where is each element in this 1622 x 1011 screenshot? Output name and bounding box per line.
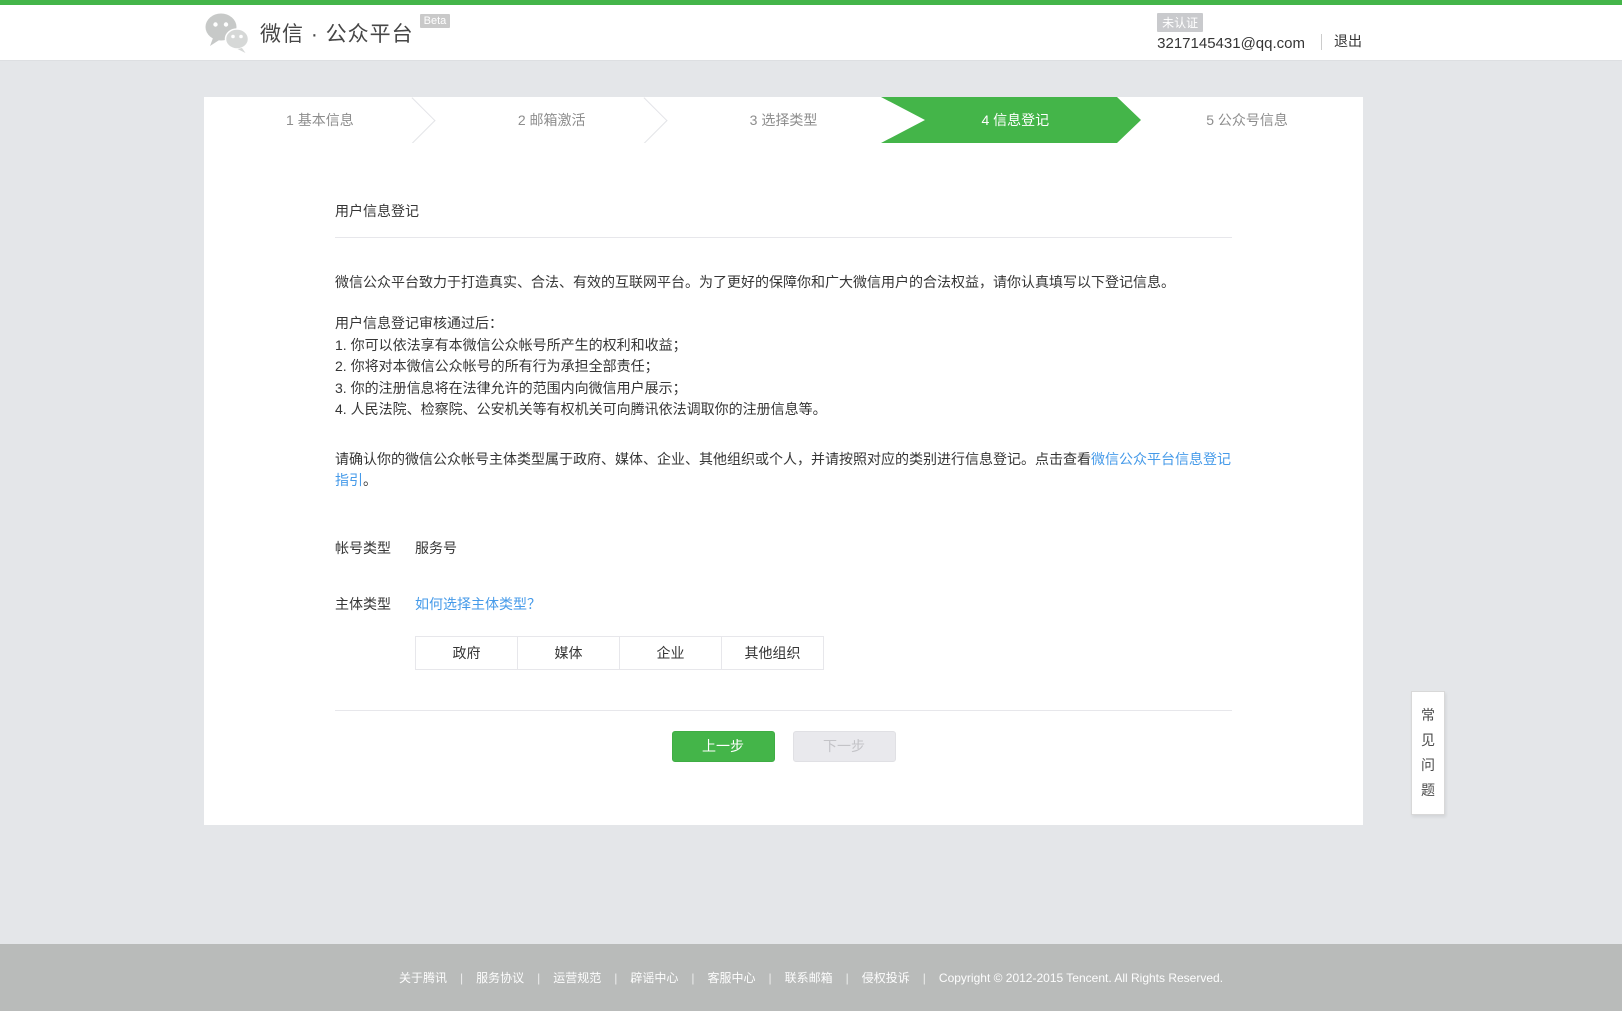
- brand: 微信 · 公众平台 Beta: [204, 12, 450, 54]
- faq-tab[interactable]: 常见问题: [1411, 691, 1445, 815]
- button-row: 上一步 下一步: [335, 731, 1232, 762]
- prev-step-button[interactable]: 上一步: [672, 731, 775, 762]
- footer-separator: |: [537, 971, 540, 985]
- section-title: 用户信息登记: [335, 201, 1232, 238]
- footer-link-rumor-center[interactable]: 辟谣中心: [630, 969, 678, 986]
- footer-separator: |: [614, 971, 617, 985]
- step-choose-type: 3 选择类型: [668, 97, 900, 143]
- list-item: 1. 你可以依法享有本微信公众帐号所产生的权利和收益；: [335, 335, 1232, 357]
- subject-option-enterprise[interactable]: 企业: [619, 636, 722, 670]
- footer-separator: |: [769, 971, 772, 985]
- account-area: 未认证 3217145431@qq.com 退出: [1157, 13, 1362, 52]
- footer-link-contact-email[interactable]: 联系邮箱: [785, 969, 833, 986]
- footer-copyright: Copyright © 2012-2015 Tencent. All Right…: [939, 971, 1223, 985]
- footer-link-infringement-complaint[interactable]: 侵权投诉: [862, 969, 910, 986]
- account-type-row: 帐号类型 服务号: [335, 538, 1232, 558]
- footer-link-about-tencent[interactable]: 关于腾讯: [399, 969, 447, 986]
- header: 微信 · 公众平台 Beta 未认证 3217145431@qq.com 退出: [0, 5, 1622, 61]
- main-area: 1 基本信息 2 邮箱激活 3 选择类型 4 信息登记 5 公众号信息 用户信息…: [0, 61, 1622, 944]
- confirm-paragraph: 请确认你的微信公众帐号主体类型属于政府、媒体、企业、其他组织或个人，并请按照对应…: [335, 449, 1232, 492]
- list-header: 用户信息登记审核通过后：: [335, 313, 1232, 335]
- footer-separator: |: [846, 971, 849, 985]
- confirm-suffix: 。: [363, 472, 377, 488]
- subject-type-help-link[interactable]: 如何选择主体类型？: [415, 594, 541, 614]
- next-step-button[interactable]: 下一步: [793, 731, 896, 762]
- account-type-label: 帐号类型: [335, 538, 415, 558]
- footer-separator: |: [691, 971, 694, 985]
- beta-badge: Beta: [420, 14, 451, 28]
- confirm-text: 请确认你的微信公众帐号主体类型属于政府、媒体、企业、其他组织或个人，并请按照对应…: [335, 451, 1091, 467]
- step-info-registration: 4 信息登记: [899, 97, 1131, 143]
- email-block: 未认证 3217145431@qq.com: [1157, 13, 1305, 52]
- account-type-value: 服务号: [415, 538, 457, 558]
- list-item: 2. 你将对本微信公众帐号的所有行为承担全部责任；: [335, 356, 1232, 378]
- step-email-activation: 2 邮箱激活: [436, 97, 668, 143]
- subject-option-government[interactable]: 政府: [415, 636, 518, 670]
- footer-link-customer-service[interactable]: 客服中心: [708, 969, 756, 986]
- list-item: 3. 你的注册信息将在法律允许的范围内向微信用户展示；: [335, 378, 1232, 400]
- status-badge: 未认证: [1157, 13, 1203, 32]
- subject-option-media[interactable]: 媒体: [517, 636, 620, 670]
- subject-options: 政府 媒体 企业 其他组织: [415, 636, 1232, 670]
- subject-type-row: 主体类型 如何选择主体类型？: [335, 594, 1232, 614]
- list-item: 4. 人民法院、检察院、公安机关等有权机关可向腾讯依法调取你的注册信息等。: [335, 399, 1232, 421]
- footer-separator: |: [460, 971, 463, 985]
- logout-link[interactable]: 退出: [1334, 31, 1362, 51]
- step-basic-info: 1 基本信息: [204, 97, 436, 143]
- footer-link-service-agreement[interactable]: 服务协议: [476, 969, 524, 986]
- header-divider: [1321, 34, 1322, 50]
- footer: 关于腾讯 | 服务协议 | 运营规范 | 辟谣中心 | 客服中心 | 联系邮箱 …: [0, 944, 1622, 1011]
- brand-title: 微信 · 公众平台: [260, 18, 414, 48]
- registration-card: 1 基本信息 2 邮箱激活 3 选择类型 4 信息登记 5 公众号信息 用户信息…: [204, 97, 1363, 825]
- content: 用户信息登记 微信公众平台致力于打造真实、合法、有效的互联网平台。为了更好的保障…: [204, 143, 1363, 762]
- wechat-logo-icon: [204, 12, 250, 54]
- step-account-info: 5 公众号信息: [1131, 97, 1363, 143]
- subject-type-label: 主体类型: [335, 594, 415, 614]
- footer-separator: |: [923, 971, 926, 985]
- content-divider: [335, 710, 1232, 711]
- subject-option-other-org[interactable]: 其他组织: [721, 636, 824, 670]
- steps-bar: 1 基本信息 2 邮箱激活 3 选择类型 4 信息登记 5 公众号信息: [204, 97, 1363, 143]
- account-email: 3217145431@qq.com: [1157, 35, 1305, 52]
- footer-link-operation-rules[interactable]: 运营规范: [553, 969, 601, 986]
- intro-paragraph: 微信公众平台致力于打造真实、合法、有效的互联网平台。为了更好的保障你和广大微信用…: [335, 272, 1232, 293]
